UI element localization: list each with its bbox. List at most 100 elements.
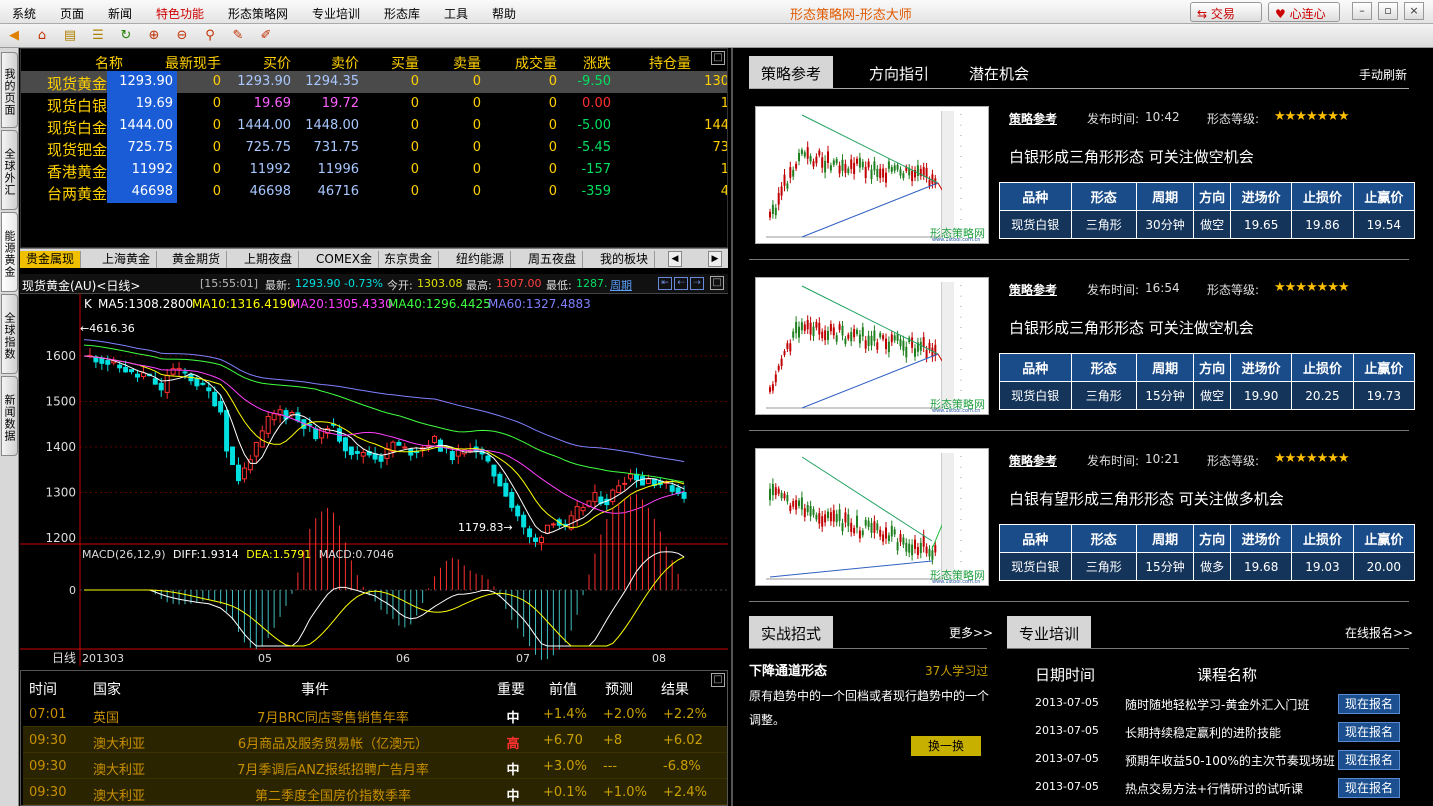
col-name[interactable]: 名称 (73, 53, 123, 73)
events-maximize-icon[interactable]: □ (711, 673, 725, 687)
maximize-icon[interactable]: ▫ (1378, 2, 1398, 20)
menu-strategy-net[interactable]: 形态策略网 (228, 5, 288, 22)
zoom-out-icon[interactable]: ⊖ (174, 28, 190, 44)
event-row[interactable]: 09:30 澳大利亚 第二季度全国房价指数季率 中 +0.1% +1.0% +2.4% (23, 779, 727, 805)
training-name[interactable]: 预期年收益50-100%的主次节奏现场班 (1125, 752, 1335, 769)
tab-friday-night[interactable]: 周五夜盘 (522, 251, 584, 268)
signup-button[interactable]: 现在报名 (1338, 722, 1400, 742)
col-chg[interactable]: 涨跌 (571, 53, 611, 73)
card-title[interactable]: 白银形成三角形形态 可关注做空机会 (1009, 317, 1254, 338)
card-tag[interactable]: 策略参考 (1009, 110, 1057, 127)
col-askv[interactable]: 卖量 (441, 53, 481, 73)
quote-row[interactable]: 台两黄金4669804669846716000-3594 (21, 181, 727, 203)
col-bid[interactable]: 买价 (241, 53, 291, 73)
chart-maximize-icon[interactable]: □ (710, 276, 724, 290)
col-bidv[interactable]: 买量 (381, 53, 419, 73)
event-row[interactable]: 09:30 澳大利亚 6月商品及服务贸易帐（亿澳元） 高 +6.70 +8 +6.02 (23, 727, 727, 753)
menu-help[interactable]: 帮助 (492, 5, 516, 22)
nav-first-icon[interactable]: ⇤ (658, 277, 672, 290)
training-name[interactable]: 随时随地轻松学习-黄金外汇入门班 (1125, 696, 1309, 713)
tab-shanghai-gold[interactable]: 上海黄金 (96, 251, 158, 268)
tab-nymex[interactable]: 纽约能源 (450, 251, 512, 268)
home-icon[interactable]: ⌂ (34, 28, 50, 44)
candle-body (99, 357, 105, 364)
quote-row[interactable]: 现货白金 1444.00 0 1444.00 1448.00 0 0 0 -5.00 144 (21, 115, 727, 137)
training-name[interactable]: 长期持续稳定赢利的进阶技能 (1125, 724, 1281, 741)
back-icon[interactable]: ◀ (6, 28, 22, 44)
minimize-icon[interactable]: – (1352, 2, 1372, 20)
card-time: 10:42 (1145, 110, 1180, 124)
close-icon[interactable]: × (1404, 2, 1424, 20)
tab-night-session[interactable]: 上期夜盘 (238, 251, 300, 268)
manual-refresh[interactable]: 手动刷新 (1359, 66, 1407, 83)
practice-title[interactable]: 下降通道形态 (749, 660, 827, 679)
pencil-icon[interactable]: ✎ (230, 28, 246, 44)
training-name[interactable]: 热点交易方法+行情研讨的试听课 (1125, 780, 1303, 797)
tab-my-board[interactable]: 我的板块 (594, 251, 656, 268)
menu-news[interactable]: 新闻 (108, 5, 132, 22)
col-hand[interactable]: 现手 (181, 53, 221, 73)
list-icon[interactable]: ☰ (90, 28, 106, 44)
pattern-thumbnail[interactable]: · · · · · · · · · · · · 形态策略网 www.1stool.com.cn (755, 448, 989, 586)
menu-system[interactable]: 系统 (12, 5, 36, 22)
vtab-global-index[interactable]: 全球指数 (1, 294, 18, 374)
signup-button[interactable]: 现在报名 (1338, 750, 1400, 770)
quote-row[interactable]: 现货白银19.69019.6919.720000.001 (21, 93, 727, 115)
col-vol[interactable]: 成交量 (505, 53, 557, 73)
menu-training[interactable]: 专业培训 (312, 5, 360, 22)
quote-row[interactable]: 现货黄金 1293.90 0 1293.90 1294.35 0 0 0 -9.50 130 (21, 71, 727, 93)
pattern-thumbnail[interactable]: · · · · · · · · · · · · 形态策略网 www.1stool.com.cn (755, 277, 989, 415)
period-link[interactable]: 周期 (610, 277, 632, 293)
vtab-news-data[interactable]: 新闻数据 (1, 376, 18, 456)
trade-button[interactable]: ⇆ 交易 (1190, 2, 1262, 22)
tab-precious[interactable]: 贵金属现 (20, 251, 82, 268)
card-tag[interactable]: 策略参考 (1009, 281, 1057, 298)
zoom-in-icon[interactable]: ⊕ (146, 28, 162, 44)
menu-pattern-lib[interactable]: 形态库 (384, 5, 420, 22)
quote-row[interactable]: 现货钯金 725.75 0 725.75 731.75 0 0 0 -5.45 73 (21, 137, 727, 159)
tab-opportunity[interactable]: 潜在机会 (957, 56, 1041, 88)
tab-practice[interactable]: 实战招式 (749, 616, 834, 648)
tab-tokyo[interactable]: 东京贵金 (378, 251, 440, 268)
menu-tools[interactable]: 工具 (444, 5, 468, 22)
maximize-panel-icon[interactable]: □ (711, 51, 725, 65)
nav-next-icon[interactable]: ⇢ (690, 277, 704, 290)
vtab-global-forex[interactable]: 全球外汇 (1, 130, 18, 210)
card-title[interactable]: 白银形成三角形形态 可关注做空机会 (1009, 146, 1254, 167)
tab-strategy-ref[interactable]: 策略参考 (749, 56, 834, 88)
quote-bid: 46698 (249, 184, 291, 199)
candle-body (200, 382, 206, 385)
event-row[interactable]: 09:30 澳大利亚 7月季调后ANZ报纸招聘广告月率 中 +3.0% --- -6.8% (23, 753, 727, 779)
tab-direction[interactable]: 方向指引 (857, 56, 941, 88)
heart-button[interactable]: ♥ 心连心 (1268, 2, 1340, 22)
refresh-icon[interactable]: ↻ (118, 28, 134, 44)
pattern-thumbnail[interactable]: · · · · · · · · · · · · 形态策略网 www.1stool.com.cn (755, 106, 989, 244)
card-title[interactable]: 白银有望形成三角形形态 可关注做多机会 (1009, 488, 1284, 509)
vtab-my-page[interactable]: 我的页面 (1, 52, 18, 128)
book-icon[interactable]: ▤ (62, 28, 78, 44)
tab-scroll-right-icon[interactable]: ▶ (708, 251, 722, 267)
signup-button[interactable]: 现在报名 (1338, 778, 1400, 798)
signup-button[interactable]: 现在报名 (1338, 694, 1400, 714)
practice-more[interactable]: 更多>> (949, 624, 993, 641)
online-signup[interactable]: 在线报名>> (1345, 624, 1413, 641)
menu-features[interactable]: 特色功能 (156, 5, 204, 22)
col-ask[interactable]: 卖价 (311, 53, 359, 73)
tab-training[interactable]: 专业培训 (1007, 616, 1092, 648)
quote-name: 现货黄金 (46, 75, 107, 93)
quote-bidv: 0 (410, 184, 419, 199)
strategy-header: 周期 (1135, 524, 1195, 553)
search-icon[interactable]: ⚲ (202, 28, 218, 44)
tab-scroll-left-icon[interactable]: ◀ (668, 251, 682, 267)
draw-icon[interactable]: ✐ (258, 28, 274, 44)
quote-row[interactable]: 香港黄金1199201199211996000-1571 (21, 159, 727, 181)
nav-prev-icon[interactable]: ⇠ (674, 277, 688, 290)
col-pos[interactable]: 持仓量 (641, 53, 691, 73)
vtab-energy-gold[interactable]: 能源黄金 (1, 212, 18, 292)
card-tag[interactable]: 策略参考 (1009, 452, 1057, 469)
tab-comex[interactable]: COMEX金 (310, 251, 379, 268)
tab-gold-futures[interactable]: 黄金期货 (166, 251, 228, 268)
kline-chart[interactable]: 现货黄金(AU)<日线> [15:55:01] 最新: 1293.90 -0.7… (20, 274, 728, 666)
menu-page[interactable]: 页面 (60, 5, 84, 22)
event-row[interactable]: 07:01 英国 7月BRC同店零售销售年率 中 +1.4% +2.0% +2.2% (23, 701, 727, 727)
